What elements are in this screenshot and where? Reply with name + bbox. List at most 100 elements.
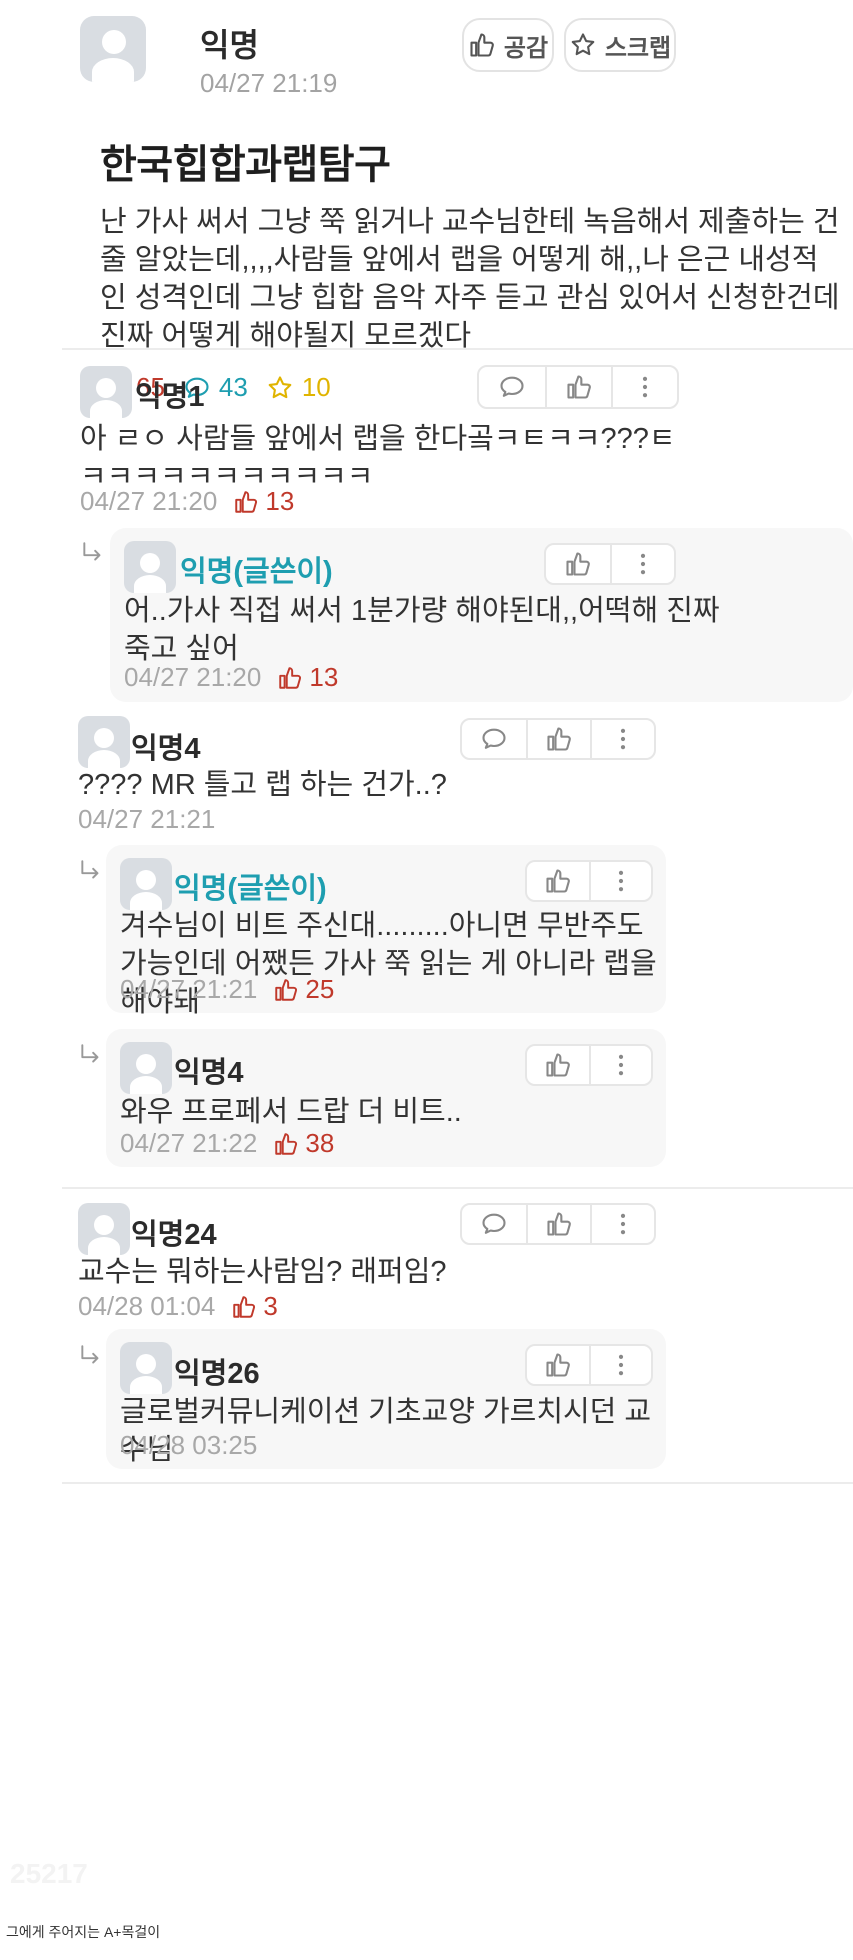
more-button[interactable] bbox=[611, 367, 677, 407]
post-avatar bbox=[80, 16, 146, 82]
reply-button[interactable] bbox=[462, 720, 526, 758]
comment-time: 04/28 01:04 bbox=[78, 1291, 216, 1321]
reply-avatar bbox=[120, 1342, 172, 1394]
comment-text: 아 ㄹㅇ 사람들 앞에서 랩을 한다곸ㅋㅌㅋㅋ???ㅌㅋㅋㅋㅋㅋㅋㅋㅋㅋㅋㅋ bbox=[80, 423, 676, 493]
more-vertical-icon bbox=[607, 1051, 635, 1079]
reply-text: 와우 프로페서 드랍 더 비트.. bbox=[120, 1096, 462, 1128]
star-icon bbox=[266, 374, 294, 402]
comment-text: ???? MR 틀고 랩 하는 건가..? bbox=[78, 769, 447, 801]
comment-avatar bbox=[78, 716, 130, 768]
reply-author: 익명(글쓴이) bbox=[180, 556, 333, 588]
more-button[interactable] bbox=[590, 720, 654, 758]
reply-arrow-icon bbox=[78, 1042, 104, 1068]
reply-button[interactable] bbox=[462, 1205, 526, 1243]
comment-text: 교수는 뭐하는사람임? 래퍼임? bbox=[78, 1256, 447, 1288]
reply-meta: 04/27 21:22 38 bbox=[120, 1128, 334, 1159]
reply-author: 익명(글쓴이) bbox=[174, 873, 327, 905]
reply-author: 익명4 bbox=[174, 1057, 244, 1089]
comment-author: 익명4 bbox=[131, 733, 201, 765]
like-button[interactable] bbox=[527, 1046, 589, 1084]
reply-actions bbox=[544, 543, 676, 585]
post-time: 04/27 21:19 bbox=[200, 68, 338, 98]
divider bbox=[62, 348, 853, 350]
more-button[interactable] bbox=[590, 1205, 654, 1243]
thumb-up-icon bbox=[233, 489, 259, 515]
more-button[interactable] bbox=[589, 862, 651, 900]
comment-time: 04/27 21:20 bbox=[80, 486, 218, 516]
post-title: 한국힙합과랩탐구 bbox=[100, 143, 391, 187]
scrap-label: 스크랩 bbox=[604, 34, 672, 62]
star-icon bbox=[569, 31, 597, 59]
thumb-up-icon bbox=[545, 1210, 573, 1238]
thumb-up-icon bbox=[277, 665, 303, 691]
thumb-up-icon bbox=[544, 1351, 572, 1379]
reply-actions bbox=[525, 1044, 653, 1086]
reply-avatar bbox=[124, 541, 176, 593]
comment-time: 04/27 21:21 bbox=[78, 804, 216, 834]
more-vertical-icon bbox=[631, 373, 659, 401]
like-button[interactable] bbox=[546, 545, 610, 583]
reply-avatar bbox=[120, 1042, 172, 1094]
more-vertical-icon bbox=[629, 550, 657, 578]
thumb-up-icon bbox=[273, 1131, 299, 1157]
like-button[interactable] bbox=[545, 367, 611, 407]
comment-actions bbox=[460, 1203, 656, 1245]
like-button[interactable] bbox=[526, 720, 590, 758]
reply-actions bbox=[525, 860, 653, 902]
comment-avatar bbox=[78, 1203, 130, 1255]
reply-author: 익명26 bbox=[174, 1358, 260, 1390]
more-button[interactable] bbox=[589, 1346, 651, 1384]
reply-time: 04/27 21:22 bbox=[120, 1128, 258, 1158]
comment-meta: 04/27 21:21 bbox=[78, 804, 215, 835]
comment-author: 익명24 bbox=[131, 1219, 217, 1251]
reply-likes: 25 bbox=[273, 974, 334, 1005]
comment-likes: 3 bbox=[231, 1291, 278, 1322]
thumb-up-icon bbox=[564, 550, 592, 578]
reply-time: 04/27 21:20 bbox=[124, 662, 262, 692]
scrap-button[interactable]: 스크랩 bbox=[564, 18, 676, 72]
thumb-up-icon bbox=[468, 31, 496, 59]
comment-actions bbox=[477, 365, 679, 409]
more-vertical-icon bbox=[607, 1351, 635, 1379]
thumb-up-icon bbox=[545, 725, 573, 753]
reply-meta: 04/28 03:25 bbox=[120, 1430, 257, 1461]
more-button[interactable] bbox=[589, 1046, 651, 1084]
thumb-up-icon bbox=[544, 867, 572, 895]
reply-meta: 04/27 21:21 25 bbox=[120, 974, 334, 1005]
thumb-up-icon bbox=[273, 977, 299, 1003]
speech-bubble-icon bbox=[498, 373, 526, 401]
thumb-up-icon bbox=[565, 373, 593, 401]
reply-time: 04/27 21:21 bbox=[120, 974, 258, 1004]
screenshot: 익명 04/27 21:19 공감 스크랩 한국힙합과랩탐구 난 가사 써서 그… bbox=[0, 0, 853, 1889]
watermark: 25217 bbox=[10, 1858, 88, 1889]
divider bbox=[62, 1482, 853, 1484]
empathy-button[interactable]: 공감 bbox=[462, 18, 554, 72]
divider bbox=[62, 1187, 853, 1189]
comment-likes: 13 bbox=[233, 486, 294, 517]
more-vertical-icon bbox=[609, 1210, 637, 1238]
like-button[interactable] bbox=[527, 862, 589, 900]
comment-avatar bbox=[80, 366, 132, 418]
reply-button[interactable] bbox=[479, 367, 545, 407]
more-vertical-icon bbox=[609, 725, 637, 753]
reply-arrow-icon bbox=[78, 858, 104, 884]
thumb-up-icon bbox=[231, 1294, 257, 1320]
reply-arrow-icon bbox=[80, 540, 106, 566]
comment-author: 익명1 bbox=[135, 381, 205, 413]
reply-arrow-icon bbox=[78, 1343, 104, 1369]
like-button[interactable] bbox=[527, 1346, 589, 1384]
empathy-label: 공감 bbox=[503, 34, 549, 62]
reply-avatar bbox=[120, 858, 172, 910]
post-body: 난 가사 써서 그냥 쭉 읽거나 교수님한테 녹음해서 제출하는 건 줄 알았는… bbox=[100, 206, 840, 352]
thumb-up-icon bbox=[544, 1051, 572, 1079]
scrap-count: 10 bbox=[266, 372, 331, 403]
post-author: 익명 bbox=[200, 27, 259, 63]
comment-actions bbox=[460, 718, 656, 760]
reply-text: 어..가사 직접 써서 1분가량 해야된대,,어떡해 진짜 죽고 싶어 bbox=[124, 595, 720, 665]
more-vertical-icon bbox=[607, 867, 635, 895]
comment-meta: 04/28 01:04 3 bbox=[78, 1291, 278, 1322]
reply-likes: 38 bbox=[273, 1128, 334, 1159]
more-button[interactable] bbox=[610, 545, 674, 583]
like-button[interactable] bbox=[526, 1205, 590, 1243]
comment-meta: 04/27 21:20 13 bbox=[80, 486, 294, 517]
